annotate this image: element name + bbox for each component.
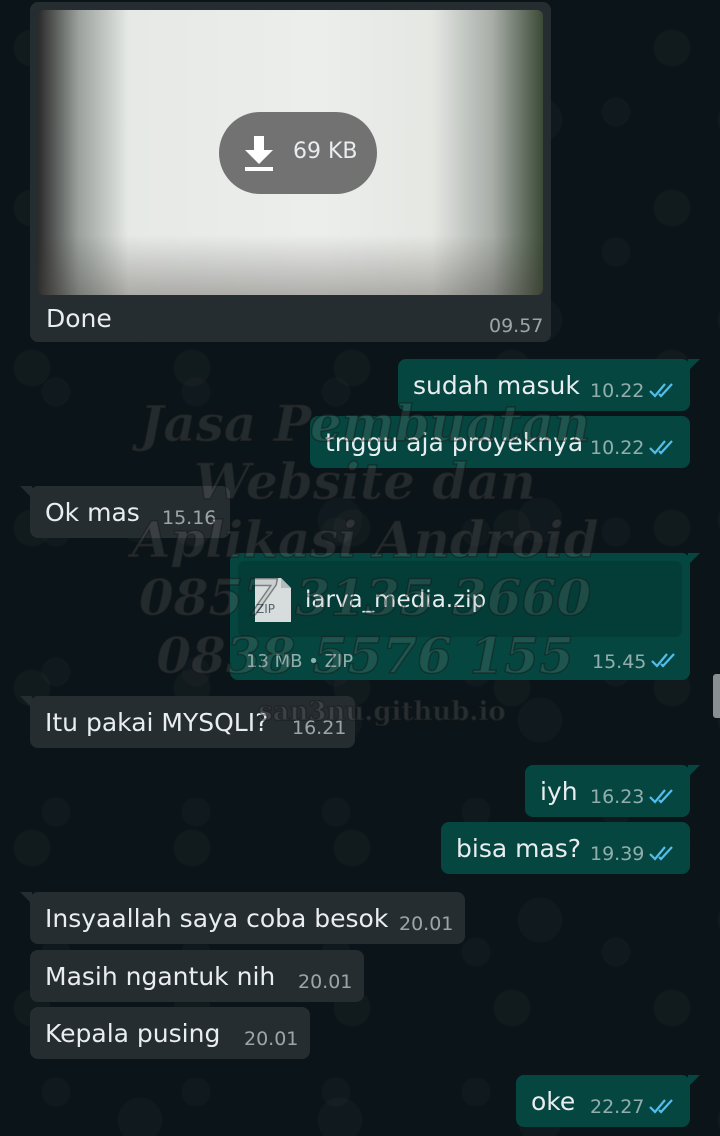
incoming-message[interactable]: Itu pakai MYSQLI? 16.21 xyxy=(20,696,355,748)
download-size: 69 KB xyxy=(293,139,358,164)
message-text: Insyaallah saya coba besok xyxy=(45,904,389,933)
image-caption: Done xyxy=(46,304,112,333)
message-time: 20.01 xyxy=(399,913,454,935)
message-text: Ok mas xyxy=(45,498,140,527)
double-check-read-icon xyxy=(649,383,673,398)
message-time: 22.27 xyxy=(590,1096,645,1118)
document-message-bubble[interactable]: ZIP larva_media.zip 13 MB • ZIP 15.45 xyxy=(230,553,700,680)
outgoing-message[interactable]: sudah masuk 10.22 xyxy=(398,359,700,411)
message-text: bisa mas? xyxy=(456,834,582,863)
blurred-image-thumbnail[interactable]: 69 KB xyxy=(38,10,543,295)
message-time: 20.01 xyxy=(244,1028,299,1050)
outgoing-message[interactable]: bisa mas? 19.39 xyxy=(441,822,690,874)
message-time: 09.57 xyxy=(489,315,544,337)
message-text: Masih ngantuk nih xyxy=(45,962,276,991)
message-time: 16.21 xyxy=(292,717,347,739)
message-time: 19.39 xyxy=(590,843,645,865)
double-check-read-icon xyxy=(649,1099,673,1114)
incoming-message[interactable]: Ok mas 15.16 xyxy=(20,486,230,538)
image-message-bubble[interactable]: 69 KB Done 09.57 xyxy=(30,2,551,342)
double-check-read-icon xyxy=(651,653,675,668)
outgoing-message[interactable]: tnggu aja proyeknya 10.22 xyxy=(310,416,690,468)
message-time: 10.22 xyxy=(590,437,645,459)
message-text: sudah masuk xyxy=(413,371,580,400)
message-text: Kepala pusing xyxy=(45,1019,221,1048)
message-text: tnggu aja proyeknya xyxy=(325,428,584,457)
zip-file-icon: ZIP xyxy=(255,578,291,622)
message-time: 10.22 xyxy=(590,380,645,402)
document-attachment[interactable]: ZIP larva_media.zip xyxy=(238,561,682,637)
incoming-message[interactable]: Insyaallah saya coba besok 20.01 xyxy=(20,892,465,944)
svg-text:ZIP: ZIP xyxy=(256,602,275,616)
incoming-message[interactable]: Masih ngantuk nih 20.01 xyxy=(30,950,364,1002)
message-time: 15.16 xyxy=(162,507,217,529)
scrollbar-thumb[interactable] xyxy=(713,674,720,718)
message-text: iyh xyxy=(540,777,578,806)
incoming-message[interactable]: Kepala pusing 20.01 xyxy=(30,1007,310,1059)
document-meta: 13 MB • ZIP xyxy=(246,651,354,672)
outgoing-message[interactable]: oke 22.27 xyxy=(516,1075,700,1127)
message-time: 15.45 xyxy=(592,651,647,673)
download-button[interactable]: 69 KB xyxy=(219,112,377,194)
double-check-read-icon xyxy=(649,789,673,804)
message-text: oke xyxy=(531,1087,576,1116)
download-arrow-icon xyxy=(245,136,273,171)
message-text: Itu pakai MYSQLI? xyxy=(45,708,269,737)
message-time: 20.01 xyxy=(298,971,353,993)
document-filename: larva_media.zip xyxy=(305,587,487,613)
message-time: 16.23 xyxy=(590,786,645,808)
chat-conversation[interactable]: 69 KB Done 09.57 sudah masuk 10.22 tnggu… xyxy=(0,0,720,1136)
double-check-read-icon xyxy=(649,440,673,455)
outgoing-message[interactable]: iyh 16.23 xyxy=(525,765,700,817)
double-check-read-icon xyxy=(649,846,673,861)
